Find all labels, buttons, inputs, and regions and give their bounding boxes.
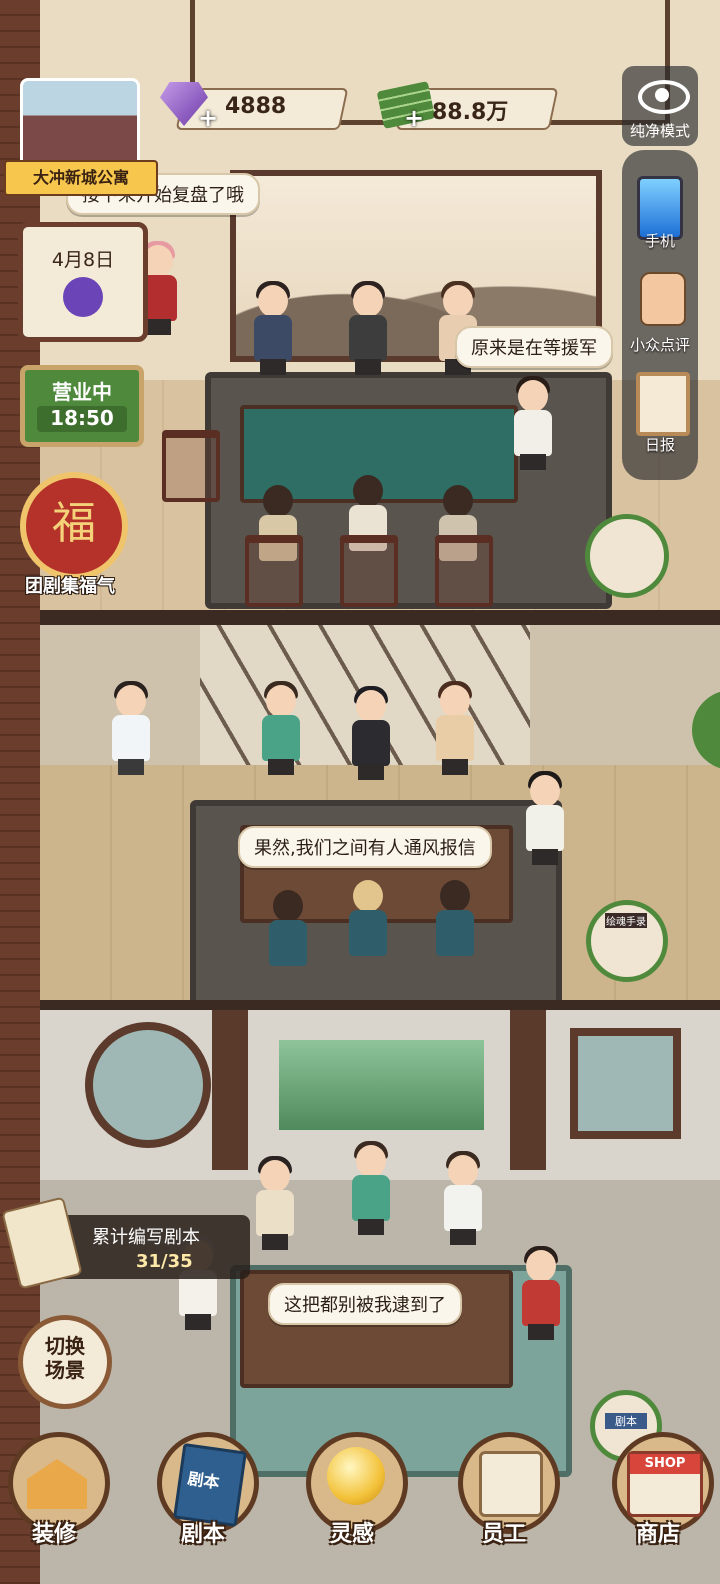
review-label: 小众点评 [629, 336, 690, 354]
player[interactable] [258, 681, 304, 775]
nav-label-renovate: 装修 [31, 1522, 76, 1547]
book-cover-text: 剧本 [186, 1468, 221, 1493]
player[interactable] [348, 686, 394, 780]
shop-sign: SHOP [630, 1454, 700, 1474]
column [510, 1010, 546, 1170]
progress-label: 累计编写剧本 [92, 1227, 200, 1248]
landscape-painting [275, 1036, 488, 1134]
speech-bubble: 果然,我们之间有人通风报信 [238, 826, 492, 868]
progress-count: 31/35 [136, 1251, 193, 1272]
cash-value: 88.8万 [432, 100, 509, 125]
gems-value: 4888 [225, 94, 287, 119]
status-label: 营业中 [52, 380, 112, 404]
book-badge[interactable]: 绘魂手录 [586, 900, 668, 982]
star-badge-icon [63, 277, 103, 317]
speech-bubble: 这把都别被我逮到了 [268, 1283, 462, 1325]
phone-label: 手机 [644, 232, 675, 250]
calendar[interactable]: 4月8日 [18, 222, 148, 342]
player[interactable] [440, 1151, 486, 1245]
chair [245, 535, 303, 607]
fortune-icon: 福 [52, 498, 96, 549]
store-name: 大冲新城公寓 [32, 168, 129, 187]
lattice-window [570, 1028, 681, 1139]
plus-icon[interactable]: + [198, 104, 218, 132]
chair [162, 430, 220, 502]
player[interactable] [518, 1246, 564, 1340]
store-name-banner[interactable]: 大冲新城公寓 [4, 160, 158, 196]
magnifier-book-icon[interactable] [585, 514, 669, 598]
fortune-event-button[interactable]: 福 [20, 472, 128, 580]
daily-label: 日报 [644, 436, 675, 454]
player[interactable] [345, 281, 391, 375]
nav-label-shop: 商店 [635, 1522, 680, 1547]
business-status[interactable]: 营业中 18:50 [20, 365, 144, 447]
staff-npc[interactable] [108, 681, 154, 775]
player[interactable] [250, 281, 296, 375]
pure-mode-label: 纯净模式 [629, 122, 690, 140]
chair [435, 535, 493, 607]
switch-scene-button[interactable]: 切换 场景 [18, 1315, 112, 1409]
player-back[interactable] [345, 880, 391, 970]
house-icon [27, 1459, 87, 1509]
switch-scene-label: 切换 场景 [45, 1334, 85, 1382]
plus-icon[interactable]: + [404, 104, 424, 132]
column [212, 1010, 248, 1170]
player[interactable] [522, 771, 568, 865]
id-card-icon [479, 1451, 543, 1517]
speech-bubble: 原来是在等援军 [455, 326, 613, 368]
lightbulb-icon [327, 1447, 385, 1505]
player[interactable] [252, 1156, 298, 1250]
nav-label-staff: 员工 [481, 1522, 526, 1547]
script-progress[interactable]: 累计编写剧本 31/35 [1, 1196, 250, 1290]
calendar-date: 4月8日 [51, 249, 115, 271]
player[interactable] [510, 376, 556, 470]
shop-icon: SHOP [627, 1451, 703, 1517]
round-window [85, 1022, 211, 1148]
player-back[interactable] [265, 890, 311, 980]
nav-label-inspiration: 灵感 [329, 1522, 374, 1547]
event-label: 团剧集福气 [25, 576, 115, 597]
book-icon: 剧本 [173, 1442, 247, 1528]
player-back[interactable] [432, 880, 478, 970]
nav-label-script: 剧本 [180, 1522, 225, 1547]
store-thumbnail[interactable] [20, 78, 140, 170]
player[interactable] [432, 681, 478, 775]
player[interactable] [348, 1141, 394, 1235]
eye-icon [638, 80, 690, 114]
script-tag: 剧本 [605, 1413, 647, 1429]
book-tag: 绘魂手录 [605, 913, 647, 928]
chair [340, 535, 398, 607]
pure-mode-button[interactable]: 纯净模式 [622, 66, 698, 146]
status-time: 18:50 [37, 406, 127, 432]
clipboard-icon[interactable] [636, 372, 690, 436]
thumbs-up-icon[interactable] [640, 272, 686, 326]
